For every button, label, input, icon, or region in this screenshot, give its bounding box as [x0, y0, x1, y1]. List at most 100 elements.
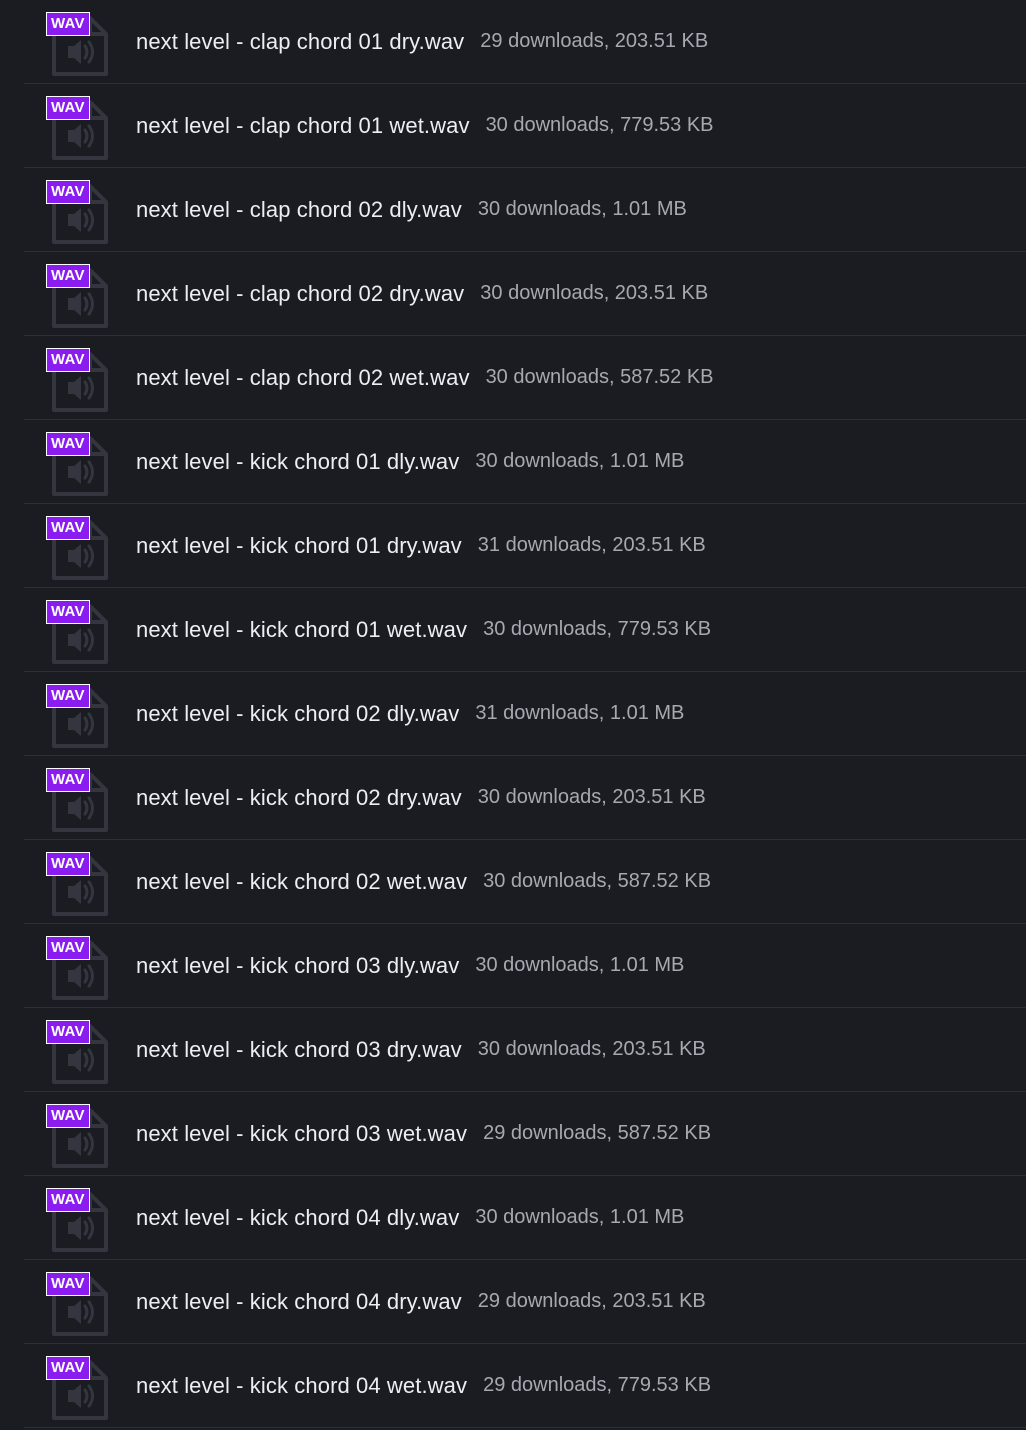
file-row[interactable]: WAV next level - clap chord 02 wet.wav 3… [24, 336, 1026, 420]
audio-file-icon: WAV [46, 1188, 112, 1254]
wav-badge: WAV [46, 1188, 90, 1212]
file-text: next level - kick chord 04 dry.wav 29 do… [136, 1260, 706, 1343]
wav-badge: WAV [46, 1104, 90, 1128]
file-name-link[interactable]: next level - clap chord 02 dry.wav [136, 281, 464, 307]
file-row[interactable]: WAV next level - kick chord 03 dry.wav 3… [24, 1008, 1026, 1092]
audio-file-icon: WAV [46, 96, 112, 162]
file-row[interactable]: WAV next level - kick chord 01 dry.wav 3… [24, 504, 1026, 588]
wav-badge: WAV [46, 936, 90, 960]
file-name-link[interactable]: next level - kick chord 01 wet.wav [136, 617, 467, 643]
file-text: next level - kick chord 03 dly.wav 30 do… [136, 924, 684, 1007]
file-row[interactable]: WAV next level - clap chord 02 dly.wav 3… [24, 168, 1026, 252]
wav-badge: WAV [46, 1020, 90, 1044]
file-meta: 30 downloads, 203.51 KB [477, 786, 706, 808]
audio-file-icon: WAV [46, 516, 112, 582]
audio-file-icon: WAV [46, 348, 112, 414]
file-text: next level - kick chord 02 wet.wav 30 do… [136, 840, 711, 923]
audio-file-icon: WAV [46, 768, 112, 834]
file-name-link[interactable]: next level - clap chord 02 wet.wav [136, 365, 470, 391]
file-row[interactable]: WAV next level - kick chord 04 wet.wav 2… [24, 1344, 1026, 1428]
file-meta: 31 downloads, 1.01 MB [475, 702, 685, 724]
file-row[interactable]: WAV next level - kick chord 02 wet.wav 3… [24, 840, 1026, 924]
wav-badge: WAV [46, 600, 90, 624]
file-meta: 29 downloads, 779.53 KB [483, 1374, 712, 1396]
file-text: next level - kick chord 01 dry.wav 31 do… [136, 504, 706, 587]
file-meta: 30 downloads, 1.01 MB [477, 198, 687, 220]
file-text: next level - kick chord 02 dry.wav 30 do… [136, 756, 706, 839]
file-meta: 30 downloads, 587.52 KB [483, 870, 712, 892]
file-text: next level - kick chord 04 dly.wav 30 do… [136, 1176, 684, 1259]
file-name-link[interactable]: next level - kick chord 04 dly.wav [136, 1205, 459, 1231]
file-meta: 31 downloads, 203.51 KB [477, 534, 706, 556]
audio-file-icon: WAV [46, 852, 112, 918]
file-name-link[interactable]: next level - kick chord 03 dly.wav [136, 953, 459, 979]
file-row[interactable]: WAV next level - kick chord 02 dry.wav 3… [24, 756, 1026, 840]
file-text: next level - kick chord 03 dry.wav 30 do… [136, 1008, 706, 1091]
file-text: next level - kick chord 02 dly.wav 31 do… [136, 672, 684, 755]
file-text: next level - kick chord 04 wet.wav 29 do… [136, 1344, 711, 1427]
wav-badge: WAV [46, 348, 90, 372]
file-name-link[interactable]: next level - clap chord 01 dry.wav [136, 29, 464, 55]
audio-file-icon: WAV [46, 1020, 112, 1086]
file-text: next level - kick chord 01 dly.wav 30 do… [136, 420, 684, 503]
wav-badge: WAV [46, 1272, 90, 1296]
file-name-link[interactable]: next level - kick chord 01 dly.wav [136, 449, 459, 475]
audio-file-icon: WAV [46, 1104, 112, 1170]
file-meta: 29 downloads, 587.52 KB [483, 1122, 712, 1144]
file-meta: 30 downloads, 203.51 KB [480, 282, 709, 304]
wav-badge: WAV [46, 768, 90, 792]
wav-badge: WAV [46, 12, 90, 36]
file-text: next level - kick chord 03 wet.wav 29 do… [136, 1092, 711, 1175]
file-name-link[interactable]: next level - kick chord 04 wet.wav [136, 1373, 467, 1399]
wav-badge: WAV [46, 516, 90, 540]
file-meta: 29 downloads, 203.51 KB [480, 30, 709, 52]
file-name-link[interactable]: next level - clap chord 01 wet.wav [136, 113, 470, 139]
file-row[interactable]: WAV next level - kick chord 04 dly.wav 3… [24, 1176, 1026, 1260]
wav-badge: WAV [46, 264, 90, 288]
file-meta: 30 downloads, 1.01 MB [475, 1206, 685, 1228]
wav-badge: WAV [46, 684, 90, 708]
file-text: next level - clap chord 02 dly.wav 30 do… [136, 168, 687, 251]
file-meta: 30 downloads, 779.53 KB [483, 618, 712, 640]
file-list: WAV next level - clap chord 01 dry.wav 2… [24, 0, 1026, 1428]
wav-badge: WAV [46, 1356, 90, 1380]
audio-file-icon: WAV [46, 264, 112, 330]
file-row[interactable]: WAV next level - kick chord 03 wet.wav 2… [24, 1092, 1026, 1176]
file-row[interactable]: WAV next level - kick chord 02 dly.wav 3… [24, 672, 1026, 756]
file-row[interactable]: WAV next level - kick chord 04 dry.wav 2… [24, 1260, 1026, 1344]
file-row[interactable]: WAV next level - kick chord 01 wet.wav 3… [24, 588, 1026, 672]
file-meta: 29 downloads, 203.51 KB [477, 1290, 706, 1312]
file-name-link[interactable]: next level - kick chord 03 wet.wav [136, 1121, 467, 1147]
wav-badge: WAV [46, 96, 90, 120]
audio-file-icon: WAV [46, 432, 112, 498]
audio-file-icon: WAV [46, 12, 112, 78]
file-text: next level - clap chord 02 wet.wav 30 do… [136, 336, 714, 419]
file-name-link[interactable]: next level - clap chord 02 dly.wav [136, 197, 462, 223]
file-meta: 30 downloads, 203.51 KB [477, 1038, 706, 1060]
audio-file-icon: WAV [46, 1356, 112, 1422]
audio-file-icon: WAV [46, 600, 112, 666]
file-row[interactable]: WAV next level - kick chord 03 dly.wav 3… [24, 924, 1026, 1008]
file-row[interactable]: WAV next level - kick chord 01 dly.wav 3… [24, 420, 1026, 504]
audio-file-icon: WAV [46, 1272, 112, 1338]
audio-file-icon: WAV [46, 180, 112, 246]
wav-badge: WAV [46, 852, 90, 876]
file-row[interactable]: WAV next level - clap chord 02 dry.wav 3… [24, 252, 1026, 336]
file-row[interactable]: WAV next level - clap chord 01 dry.wav 2… [24, 0, 1026, 84]
file-meta: 30 downloads, 587.52 KB [485, 366, 714, 388]
file-name-link[interactable]: next level - kick chord 02 dry.wav [136, 785, 462, 811]
file-name-link[interactable]: next level - kick chord 02 wet.wav [136, 869, 467, 895]
file-row[interactable]: WAV next level - clap chord 01 wet.wav 3… [24, 84, 1026, 168]
file-name-link[interactable]: next level - kick chord 04 dry.wav [136, 1289, 462, 1315]
file-meta: 30 downloads, 779.53 KB [485, 114, 714, 136]
audio-file-icon: WAV [46, 684, 112, 750]
wav-badge: WAV [46, 180, 90, 204]
file-meta: 30 downloads, 1.01 MB [475, 954, 685, 976]
audio-file-icon: WAV [46, 936, 112, 1002]
file-name-link[interactable]: next level - kick chord 02 dly.wav [136, 701, 459, 727]
file-text: next level - clap chord 02 dry.wav 30 do… [136, 252, 708, 335]
file-text: next level - kick chord 01 wet.wav 30 do… [136, 588, 711, 671]
file-name-link[interactable]: next level - kick chord 03 dry.wav [136, 1037, 462, 1063]
file-name-link[interactable]: next level - kick chord 01 dry.wav [136, 533, 462, 559]
file-text: next level - clap chord 01 dry.wav 29 do… [136, 0, 708, 83]
